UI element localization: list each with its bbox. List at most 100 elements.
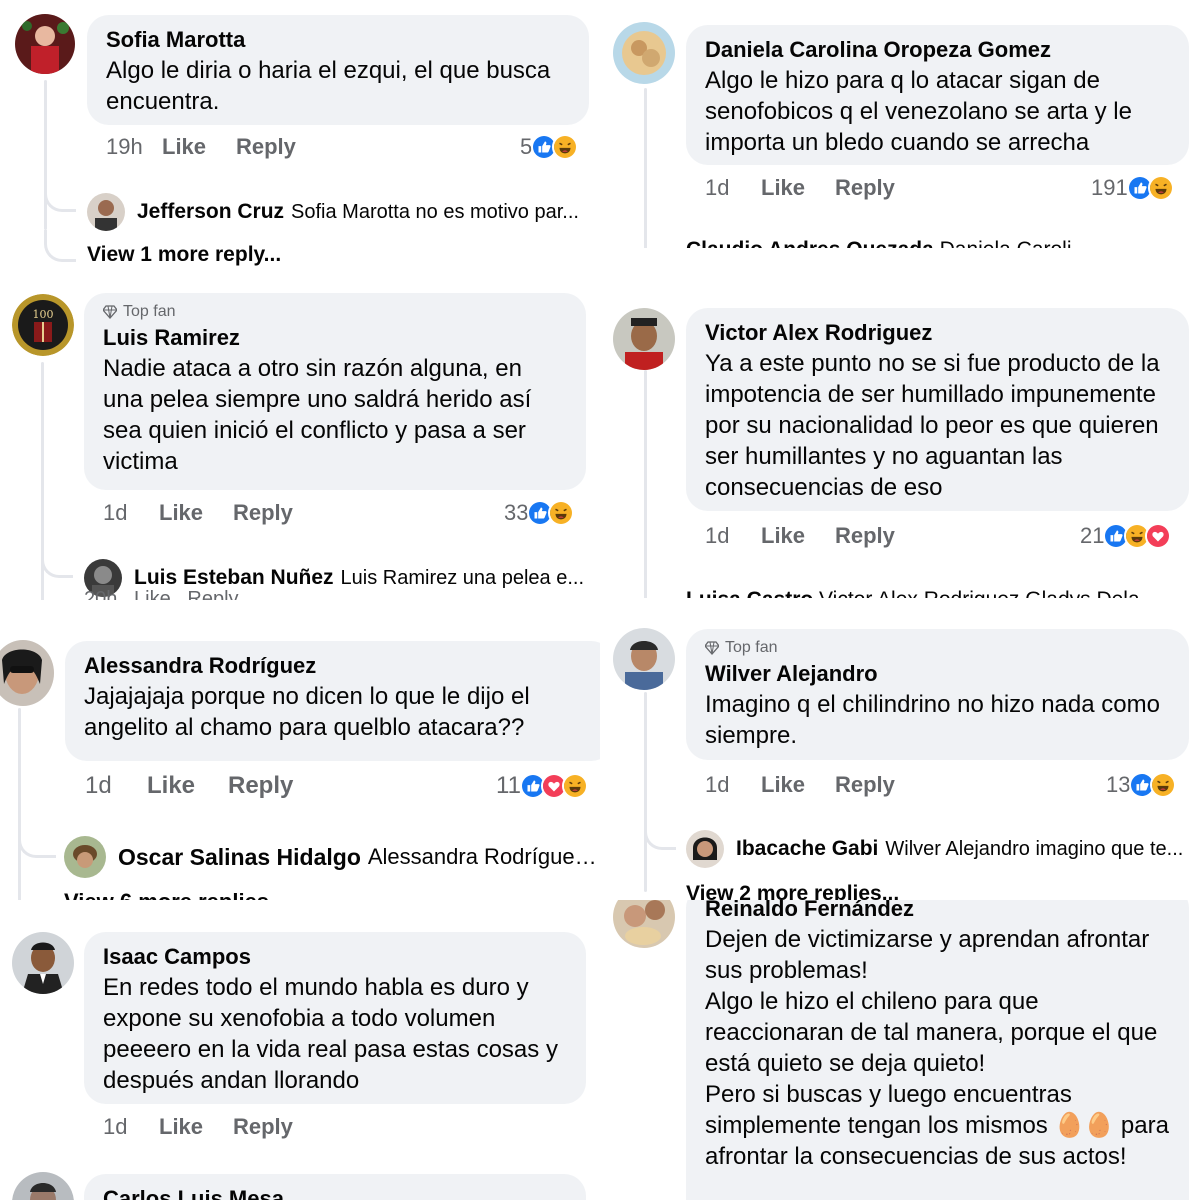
reply-button[interactable]: Reply (233, 500, 293, 526)
avatar[interactable] (0, 640, 54, 706)
like-button[interactable]: Like (162, 134, 236, 160)
comment-bubble: Victor Alex Rodriguez Ya a este punto no… (686, 308, 1189, 511)
avatar[interactable]: 100 (12, 294, 74, 356)
thread-line (644, 88, 647, 248)
reply-button[interactable]: Reply (835, 772, 895, 798)
reply-author[interactable]: Oscar Salinas Hidalgo (118, 844, 361, 871)
avatar[interactable] (12, 932, 74, 994)
reply-author[interactable]: Jefferson Cruz (137, 200, 284, 224)
reply-button[interactable]: Reply (228, 772, 293, 800)
avatar[interactable] (613, 628, 675, 690)
thread-connector (18, 828, 56, 858)
comment-bubble: Carlos Luis Mesa (84, 1174, 586, 1200)
comment-text: Jajajajaja porque no dicen lo que le dij… (84, 683, 530, 741)
comment-author[interactable]: Daniela Carolina Oropeza Gomez (705, 35, 1170, 65)
reply-button[interactable]: Reply (835, 523, 895, 549)
thread-connector (644, 822, 676, 850)
reaction-count: 21 (1080, 523, 1105, 548)
avatar[interactable] (613, 900, 675, 948)
reply-actions-text: 20h Like Reply (84, 588, 239, 600)
reply-button[interactable]: Reply (236, 134, 296, 160)
like-button[interactable]: Like (761, 772, 835, 798)
comment-actions: 1d Like Reply (103, 500, 293, 526)
reply-button[interactable]: Reply (835, 175, 895, 201)
like-button[interactable]: Like (147, 772, 228, 800)
reaction-summary[interactable]: 11 (496, 772, 588, 800)
comment-author[interactable]: Alessandra Rodríguez (84, 651, 594, 681)
avatar[interactable] (613, 22, 675, 84)
reaction-count: 33 (504, 500, 529, 525)
comment-text: Ya a este punto no se si fue producto de… (705, 350, 1160, 501)
reply-text: Wilver Alejandro imagino que te... (885, 837, 1184, 860)
reaction-count: 11 (496, 772, 521, 799)
view-more-replies-link[interactable]: View 1 more reply... (87, 243, 281, 267)
top-fan-label: Top fan (725, 639, 778, 656)
like-button[interactable]: Like (159, 1114, 233, 1140)
reply-text: Luis Ramirez una pelea e... (340, 566, 584, 589)
comment-text: Nadie ataca a otro sin razón alguna, en … (103, 355, 532, 475)
reply-text: Alessandra Rodríguez e (367, 844, 600, 869)
haha-reaction-icon (548, 500, 575, 526)
comment-panel-wilver: Top fan Wilver Alejandro Imagino q el ch… (600, 600, 1200, 900)
reaction-summary[interactable]: 5 (520, 134, 579, 160)
svg-text:100: 100 (33, 308, 54, 321)
comment-author[interactable]: Isaac Campos (103, 942, 567, 972)
haha-reaction-icon (552, 134, 579, 160)
reply-author[interactable]: Luis Esteban Nuñez (134, 566, 334, 590)
reply-button[interactable]: Reply (233, 1114, 293, 1140)
comment-panel-alessandra: Alessandra Rodríguez Jajajajaja porque n… (0, 600, 600, 900)
reply-preview-cut[interactable]: Claudio Andres Quezada Daniela Caroli (686, 238, 1072, 248)
view-more-replies-link[interactable]: View 2 more replies... (686, 882, 899, 900)
comment-actions: 1d Like Reply (705, 175, 895, 201)
comment-text-line: Pero si buscas y luego encuentras simple… (705, 1081, 1169, 1170)
avatar[interactable] (12, 1172, 74, 1200)
like-button[interactable]: Like (761, 523, 835, 549)
thread-connector (41, 548, 73, 578)
comment-author[interactable]: Luis Ramirez (103, 323, 567, 353)
comment-time[interactable]: 1d (103, 1114, 159, 1140)
comment-author[interactable]: Carlos Luis Mesa (103, 1184, 567, 1200)
reply-text: Sofia Marotta no es motivo par... (291, 200, 579, 223)
comment-author[interactable]: Reinaldo Fernández (705, 900, 1170, 924)
comment-time[interactable]: 1d (705, 523, 761, 549)
comment-actions: 1d Like Reply (705, 523, 895, 549)
top-fan-label: Top fan (123, 303, 176, 320)
comment-time[interactable]: 19h (106, 134, 162, 160)
reply-preview[interactable]: Ibacache Gabi Wilver Alejandro imagino q… (686, 830, 1192, 868)
reply-author: Claudio Andres Quezada (686, 238, 934, 248)
reply-text: Daniela Caroli (940, 238, 1072, 248)
comment-author[interactable]: Wilver Alejandro (705, 659, 1170, 689)
reaction-summary[interactable]: 13 (1106, 772, 1177, 798)
comment-time[interactable]: 1d (705, 772, 761, 798)
comment-time[interactable]: 1d (705, 175, 761, 201)
view-more-replies-link[interactable]: View 6 more replies (64, 889, 269, 900)
comment-bubble: Alessandra Rodríguez Jajajajaja porque n… (65, 641, 600, 761)
top-fan-badge: Top fan (103, 301, 567, 323)
comment-bubble: Top fan Wilver Alejandro Imagino q el ch… (686, 629, 1189, 760)
reply-preview[interactable]: Jefferson Cruz Sofia Marotta no es motiv… (87, 193, 597, 231)
reply-actions-cut: 20h Like Reply (84, 588, 239, 600)
comment-time[interactable]: 1d (103, 500, 159, 526)
thread-line (644, 692, 647, 892)
reaction-summary[interactable]: 33 (504, 500, 575, 526)
comment-bubble: Sofia Marotta Algo le diria o haria el e… (87, 15, 589, 125)
reply-preview[interactable]: Oscar Salinas Hidalgo Alessandra Rodrígu… (64, 836, 600, 878)
like-button[interactable]: Like (761, 175, 835, 201)
comment-time[interactable]: 1d (85, 772, 147, 800)
comment-actions: 19h Like Reply (106, 134, 296, 160)
avatar[interactable] (15, 14, 75, 74)
avatar[interactable] (613, 308, 675, 370)
reply-author[interactable]: Ibacache Gabi (736, 837, 878, 861)
comment-author[interactable]: Victor Alex Rodriguez (705, 318, 1170, 348)
comment-actions: 1d Like Reply (103, 1114, 293, 1140)
reaction-summary[interactable]: 21 (1080, 523, 1172, 549)
comment-text: Algo le hizo para q lo atacar sigan de s… (705, 67, 1132, 156)
reply-preview-cut[interactable]: Luisa Castro Victor Alex Rodriguez Glady… (686, 588, 1140, 598)
comment-actions: 1d Like Reply (705, 772, 895, 798)
comment-author[interactable]: Sofia Marotta (106, 25, 570, 55)
haha-reaction-icon (1150, 772, 1177, 798)
reaction-count: 13 (1106, 772, 1131, 797)
reaction-summary[interactable]: 191 (1091, 175, 1174, 201)
like-button[interactable]: Like (159, 500, 233, 526)
thread-line (644, 370, 647, 598)
